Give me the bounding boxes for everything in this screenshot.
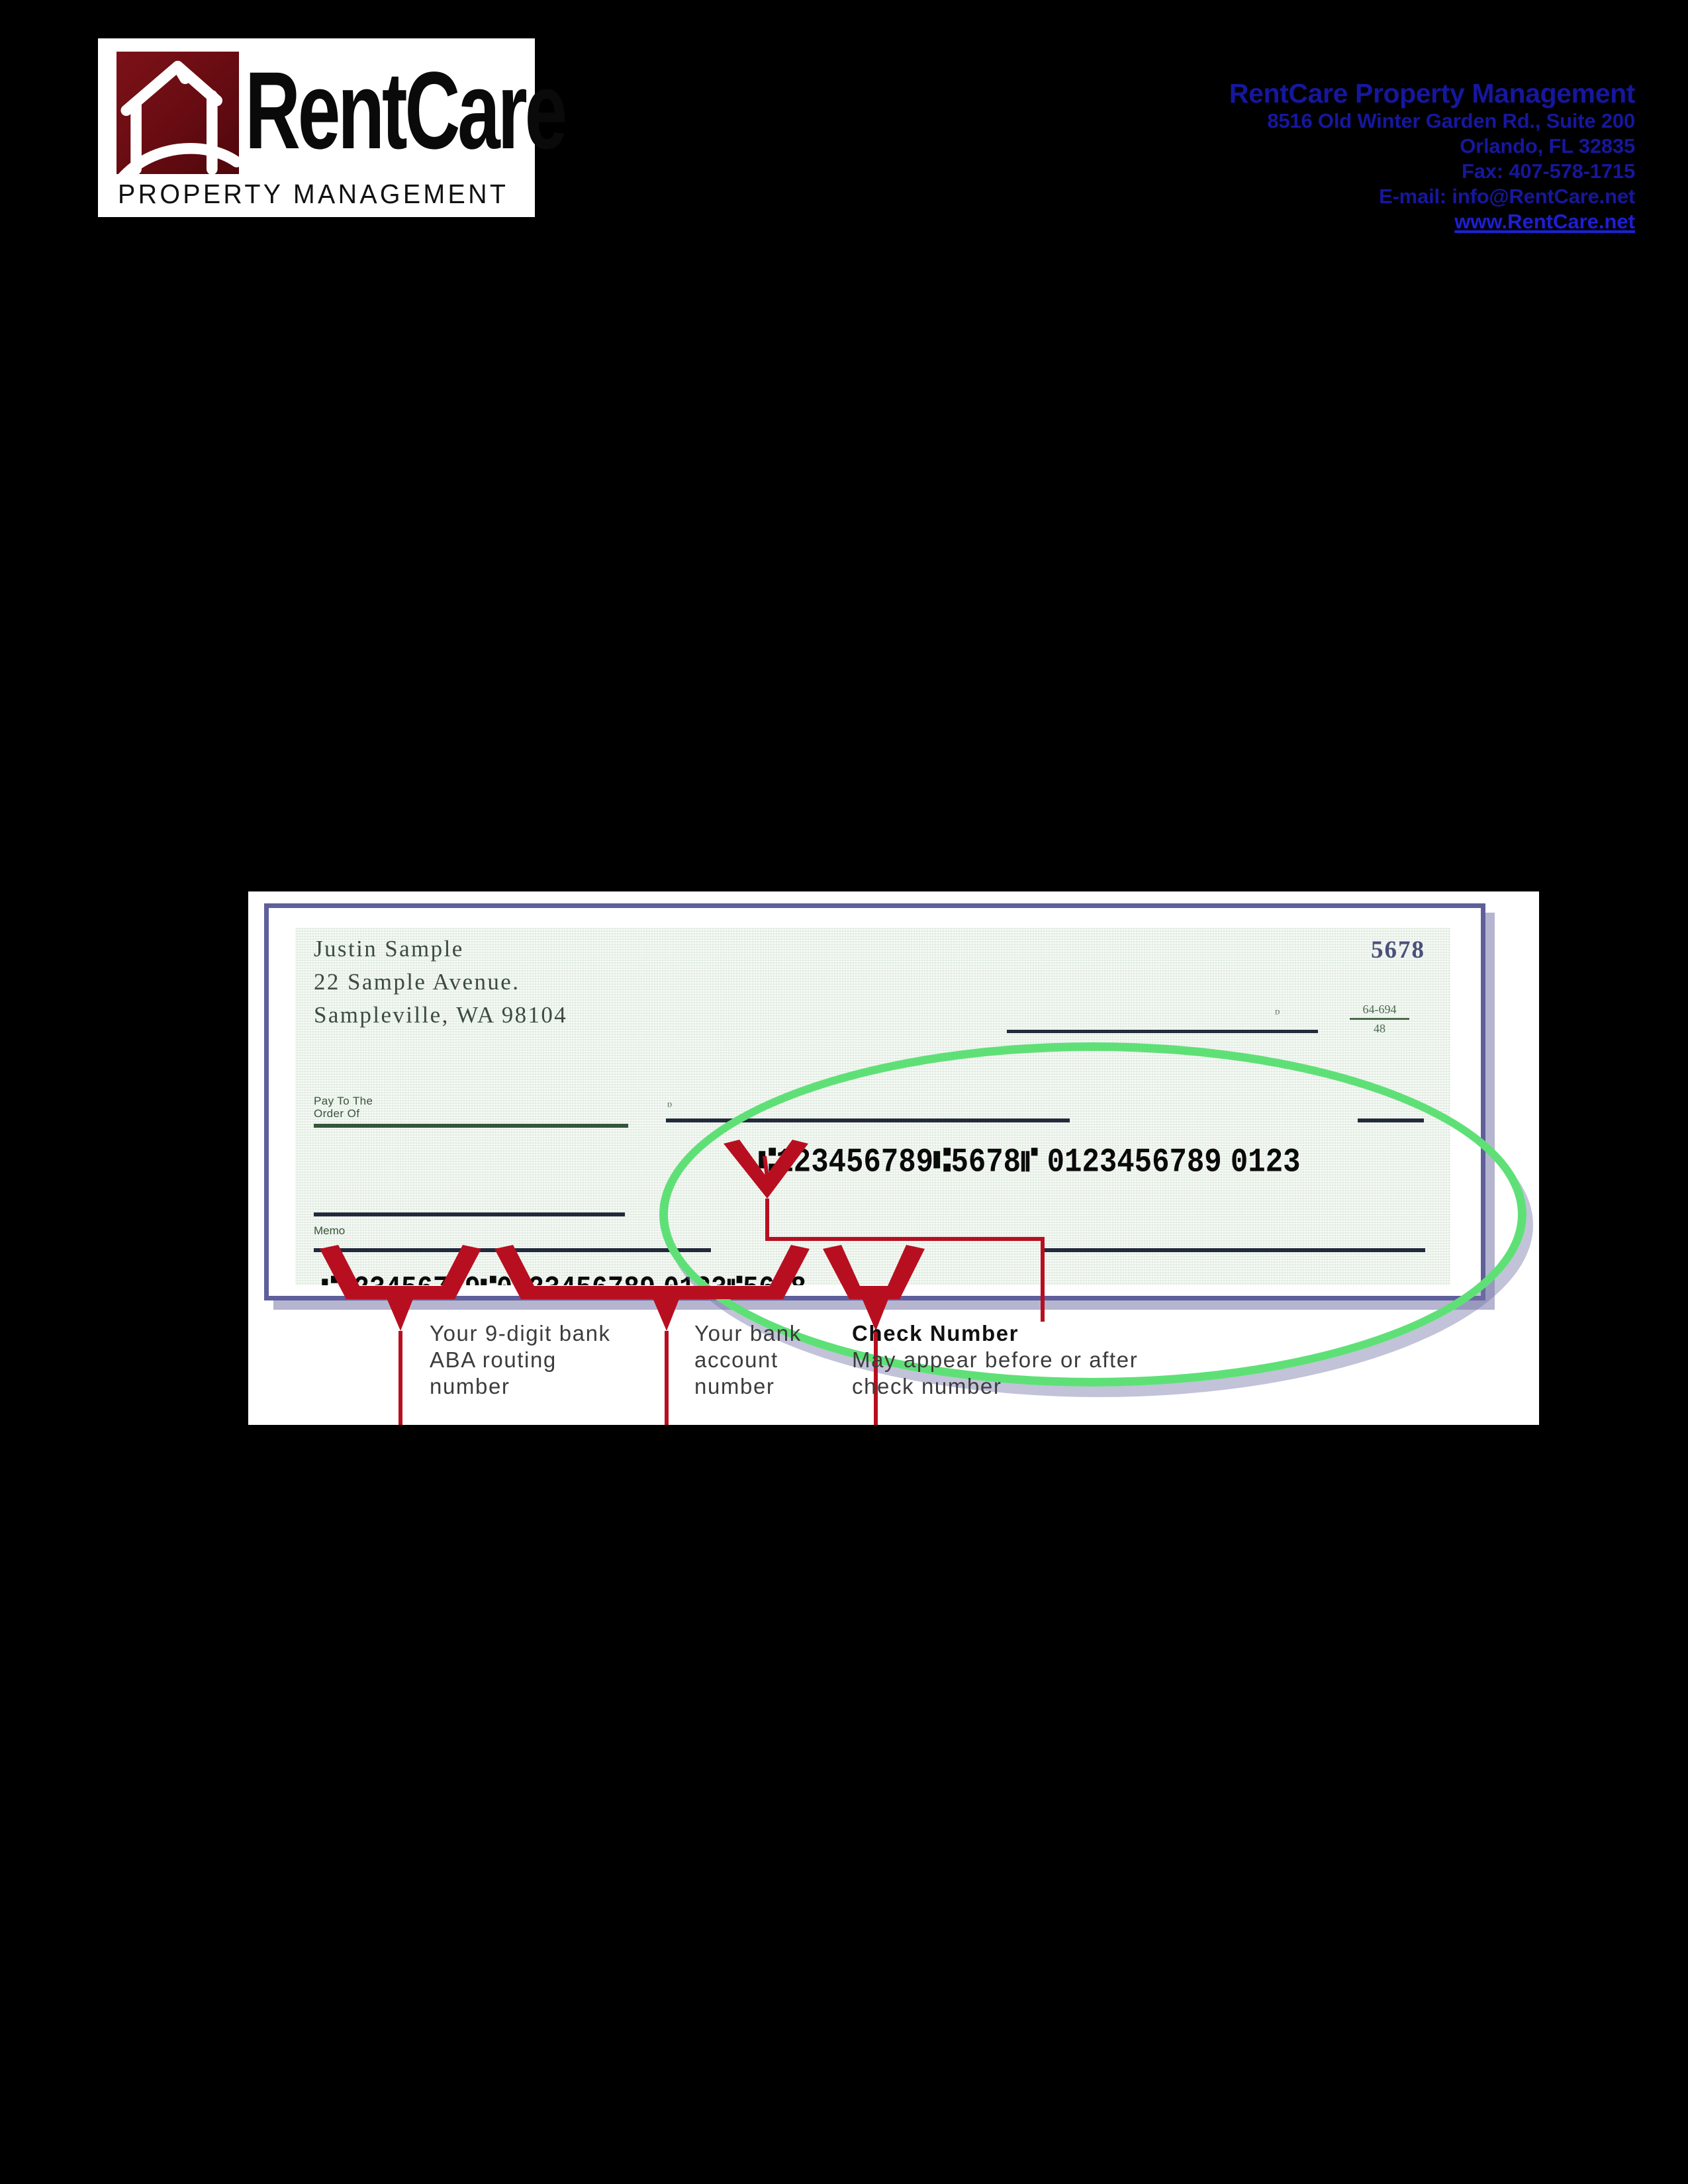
caption-account-line3: number (694, 1374, 775, 1398)
logo-wordmark: RentCare (245, 50, 567, 172)
caption-routing-line3: number (430, 1374, 510, 1398)
company-email: E-mail: info@RentCare.net (1379, 185, 1635, 208)
logo-subline: PROPERTY MANAGEMENT (118, 179, 509, 209)
check-amount-rule (666, 1118, 1070, 1122)
check-amount-rule-end (1358, 1118, 1424, 1122)
check-frame: Justin Sample 22 Sample Avenue. Samplevi… (264, 903, 1526, 1387)
check-paper: Justin Sample 22 Sample Avenue. Samplevi… (295, 928, 1450, 1285)
caption-account-number: Your bank account number (694, 1320, 847, 1400)
check-written-amount-rule (314, 1212, 625, 1216)
routing-fraction-denominator: 48 (1374, 1022, 1385, 1035)
page-letterhead: RentCare PROPERTY MANAGEMENT RentCare Pr… (0, 0, 1688, 278)
house-logo-icon (117, 52, 239, 174)
caption-check-number: Check Number May appear before or after … (852, 1320, 1342, 1400)
check-date-rule (1007, 1030, 1318, 1033)
check-payer-name: Justin Sample (314, 936, 464, 962)
caption-routing-line2: ABA routing (430, 1347, 557, 1372)
caption-check-line2: May appear before or after (852, 1347, 1139, 1372)
check-payer-city-state-zip: Sampleville, WA 98104 (314, 1002, 568, 1028)
company-contact-block: RentCare Property Management 8516 Old Wi… (1229, 78, 1635, 234)
check-date-label: ᴰ (1275, 1009, 1280, 1020)
caption-routing-number: Your 9-digit bank ABA routing number (430, 1320, 661, 1400)
check-number-printed: 5678 (1371, 936, 1425, 964)
check-payer-street: 22 Sample Avenue. (314, 969, 520, 995)
check-memo-label: Memo (314, 1224, 346, 1237)
micr-line-magnified: ⑆123456789⑆5678⑈ 0123456789 0123 (759, 1144, 1301, 1182)
check-routing-fraction: 64-694 48 (1340, 1002, 1419, 1036)
check-memo-rule (314, 1248, 711, 1252)
pay-to-label-line2: Order Of (314, 1107, 360, 1120)
check-pay-to-label: Pay To The Order Of (314, 1095, 373, 1120)
caption-row: Your 9-digit bank ABA routing number You… (329, 1320, 1527, 1425)
company-street: 8516 Old Winter Garden Rd., Suite 200 (1267, 109, 1635, 132)
company-fax: Fax: 407-578-1715 (1461, 159, 1635, 183)
caption-account-line1: Your bank (694, 1321, 802, 1345)
company-name: RentCare Property Management (1229, 78, 1635, 109)
company-city-state-zip: Orlando, FL 32835 (1460, 134, 1635, 158)
caption-check-header: Check Number (852, 1321, 1019, 1345)
pay-to-label-line1: Pay To The (314, 1095, 373, 1107)
check-dollars-label: ᴰ (667, 1101, 672, 1113)
micr-line-baseline: ⑆123456789⑆0123456789 0123⑈5678 (322, 1273, 806, 1285)
caption-check-line3: check number (852, 1374, 1002, 1398)
check-anatomy-diagram: Justin Sample 22 Sample Avenue. Samplevi… (248, 891, 1539, 1425)
caption-routing-line1: Your 9-digit bank (430, 1321, 611, 1345)
company-logo: RentCare PROPERTY MANAGEMENT (98, 38, 567, 217)
check-payee-rule (314, 1124, 628, 1128)
company-website-link[interactable]: www.RentCare.net (1454, 209, 1635, 234)
routing-fraction-bar (1350, 1018, 1409, 1020)
check-signature-rule (1041, 1248, 1425, 1252)
caption-account-line2: account (694, 1347, 778, 1372)
routing-fraction-numerator: 64-694 (1362, 1003, 1397, 1016)
